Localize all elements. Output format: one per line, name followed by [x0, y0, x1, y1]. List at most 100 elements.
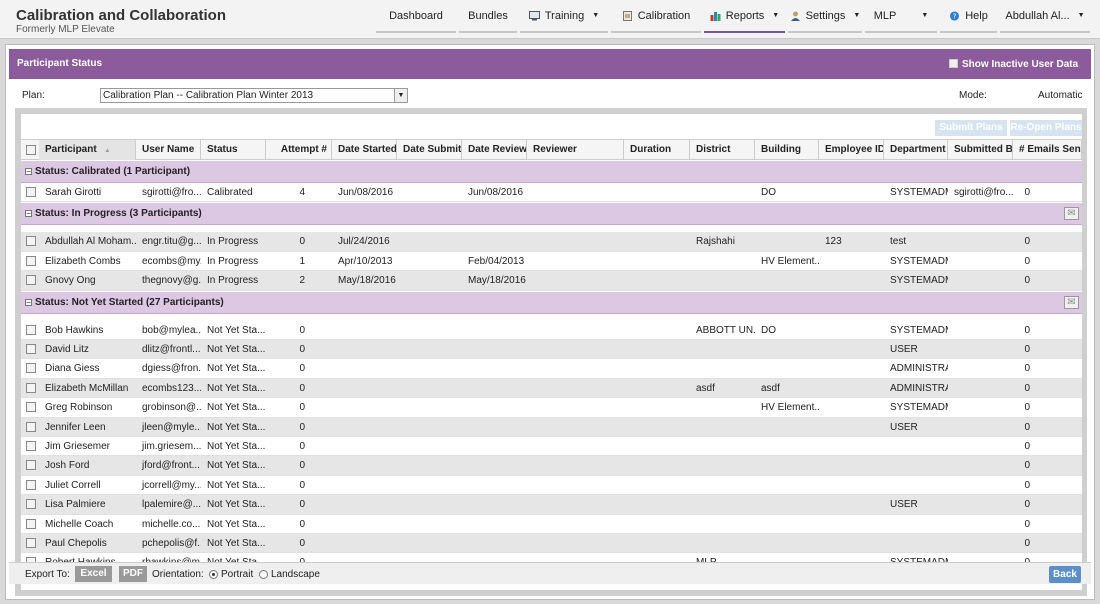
- nav-calibration[interactable]: Calibration: [611, 0, 701, 33]
- collapse-icon[interactable]: −: [25, 168, 32, 176]
- show-inactive-checkbox[interactable]: [949, 59, 958, 68]
- nav-reports-label: Reports: [725, 9, 765, 22]
- row-checkbox[interactable]: [26, 236, 36, 247]
- table-row[interactable]: Michelle Coach michelle.co... Not Yet Sta.…: [21, 514, 1082, 534]
- row-checkbox[interactable]: [26, 538, 36, 548]
- column-header-date-reviewed[interactable]: Date Reviewed: [462, 140, 527, 160]
- row-checkbox[interactable]: [26, 518, 36, 529]
- cell-building: [755, 271, 819, 290]
- row-checkbox[interactable]: [26, 460, 36, 471]
- group-header[interactable]: − Status: Not Yet Started (27 Participant…: [21, 291, 1082, 314]
- email-icon[interactable]: ✉: [1064, 207, 1079, 221]
- row-checkbox[interactable]: [26, 344, 36, 354]
- cell-participant: Diana Giess: [45, 363, 100, 375]
- back-button[interactable]: Back: [1049, 566, 1081, 583]
- column-header-date-started[interactable]: Date Started: [332, 140, 397, 160]
- column-header-user-name[interactable]: User Name: [136, 140, 201, 160]
- table-row[interactable]: Diana Giess dgiess@fron... Not Yet Sta... 0…: [21, 359, 1082, 379]
- row-checkbox[interactable]: [26, 324, 36, 335]
- nav-settings[interactable]: Settings ▼: [788, 0, 862, 33]
- cell-user-name: jim.griesem...: [142, 441, 201, 452]
- cell-user-name: jcorrell@my...: [142, 479, 201, 491]
- plan-select-value: Calibration Plan -- Calibration Plan Win…: [103, 90, 314, 101]
- nav-reports[interactable]: Reports ▼: [704, 0, 785, 33]
- column-header-participant[interactable]: Participant ▲: [39, 140, 136, 160]
- group-header[interactable]: − Status: In Progress (3 Participants) ✉: [21, 203, 1082, 226]
- nav-help[interactable]: ? Help: [940, 0, 997, 33]
- column-header-attempt-[interactable]: Attempt #: [266, 140, 332, 160]
- chevron-down-icon[interactable]: ▼: [394, 89, 407, 102]
- row-checkbox[interactable]: [26, 275, 36, 286]
- landscape-radio[interactable]: [259, 570, 268, 579]
- app-subtitle: Formerly MLP Elevate: [16, 24, 115, 35]
- row-checkbox[interactable]: [26, 187, 36, 197]
- table-row[interactable]: Sarah Girotti sgirotti@fro... Calibrated 4 J…: [21, 183, 1082, 203]
- cell-submitted-by: [948, 476, 1013, 495]
- row-checkbox[interactable]: [26, 402, 36, 413]
- column-header-building[interactable]: Building: [755, 140, 819, 160]
- table-row[interactable]: Abdullah Al Moham... engr.titu@g... In Pro…: [21, 232, 1082, 252]
- table-row[interactable]: Gnovy Ong thegnovy@g... In Progress 2 May/18…: [21, 271, 1082, 291]
- nav-training-label: Training: [544, 9, 585, 22]
- table-row[interactable]: Jim Griesemer jim.griesem... Not Yet Sta..…: [21, 437, 1082, 457]
- column-header-employee-id[interactable]: Employee ID: [819, 140, 884, 160]
- table-row[interactable]: Paul Chepolis pchepolis@f... Not Yet Sta..…: [21, 534, 1082, 554]
- select-all-checkbox[interactable]: [26, 145, 36, 155]
- email-icon[interactable]: ✉: [1064, 295, 1079, 309]
- table-row[interactable]: David Litz dlitz@frontl... Not Yet Sta... 0…: [21, 340, 1082, 360]
- cell-participant: Juliet Correll: [45, 479, 101, 491]
- nav-mlp[interactable]: MLP ▼: [865, 0, 937, 33]
- column-header-date-submitted[interactable]: Date Submitted: [397, 140, 462, 160]
- cell--emails-sent: 0: [1024, 441, 1030, 452]
- column-header-duration[interactable]: Duration: [624, 140, 690, 160]
- row-checkbox[interactable]: [26, 255, 36, 266]
- nav-user-menu[interactable]: Abdullah Al... ▼: [1000, 0, 1090, 33]
- export-excel-button[interactable]: Excel: [75, 566, 112, 582]
- row-checkbox[interactable]: [26, 499, 36, 510]
- table-row[interactable]: Lisa Palmiere lpalemire@... Not Yet Sta...…: [21, 495, 1082, 515]
- group-header[interactable]: − Status: Calibrated (1 Participant): [21, 161, 1082, 183]
- portrait-radio[interactable]: [209, 570, 218, 579]
- cell-date-submitted: [397, 515, 462, 534]
- cell-attempt-: 0: [299, 363, 305, 375]
- column-header--emails-sent[interactable]: # Emails Sent: [1013, 140, 1082, 160]
- column-header-reviewer[interactable]: Reviewer: [527, 140, 624, 160]
- cell-reviewer: [527, 476, 624, 495]
- row-checkbox[interactable]: [26, 479, 36, 490]
- row-checkbox[interactable]: [26, 382, 36, 393]
- column-header-status[interactable]: Status: [201, 140, 266, 160]
- cell-date-submitted: [397, 437, 462, 456]
- cell-date-started: [332, 476, 397, 495]
- table-row[interactable]: Elizabeth Combs ecombs@my... In Progress 1 A…: [21, 251, 1082, 272]
- row-checkbox[interactable]: [26, 441, 36, 451]
- cell-duration: [624, 252, 690, 271]
- table-row[interactable]: Josh Ford jford@front... Not Yet Sta... 0 0: [21, 456, 1082, 476]
- column-header-district[interactable]: District: [690, 140, 755, 160]
- table-row[interactable]: Bob Hawkins bob@mylea... Not Yet Sta... 0 AB…: [21, 320, 1082, 340]
- export-pdf-button[interactable]: PDF: [119, 566, 147, 582]
- nav-bundles[interactable]: Bundles: [459, 0, 517, 33]
- cell-building: HV Element...: [761, 255, 819, 267]
- column-header-submitted-by[interactable]: Submitted By: [948, 140, 1013, 160]
- cell-date-started: Jul/24/2016: [338, 236, 390, 248]
- row-checkbox[interactable]: [26, 363, 36, 374]
- table-row[interactable]: Greg Robinson grobinson@... Not Yet Sta...…: [21, 398, 1082, 418]
- reopen-plans-button[interactable]: Re-Open Plans: [1010, 120, 1082, 136]
- cell-attempt-: 0: [299, 441, 305, 452]
- column-header-department[interactable]: Department: [884, 140, 948, 160]
- submit-plans-button[interactable]: Submit Plans: [935, 120, 1007, 136]
- row-checkbox[interactable]: [26, 421, 36, 432]
- collapse-icon[interactable]: −: [25, 210, 32, 218]
- collapse-icon[interactable]: −: [25, 298, 32, 306]
- nav-dashboard[interactable]: Dashboard: [376, 0, 456, 33]
- table-row[interactable]: Jennifer Leen jleen@myle... Not Yet Sta...…: [21, 417, 1082, 437]
- sort-asc-icon[interactable]: ▲: [103, 148, 110, 154]
- table-row[interactable]: Juliet Correll jcorrell@my... Not Yet Sta.…: [21, 475, 1082, 496]
- cell-building: [755, 495, 819, 514]
- plan-select[interactable]: Calibration Plan -- Calibration Plan Win…: [100, 88, 408, 103]
- cell-submitted-by: [948, 379, 1013, 398]
- cell-attempt-: 0: [299, 499, 305, 511]
- table-row[interactable]: Elizabeth McMillan ecombs123... Not Yet St…: [21, 378, 1082, 399]
- nav-training[interactable]: Training ▼: [520, 0, 608, 33]
- cell--emails-sent: 0: [1024, 518, 1030, 530]
